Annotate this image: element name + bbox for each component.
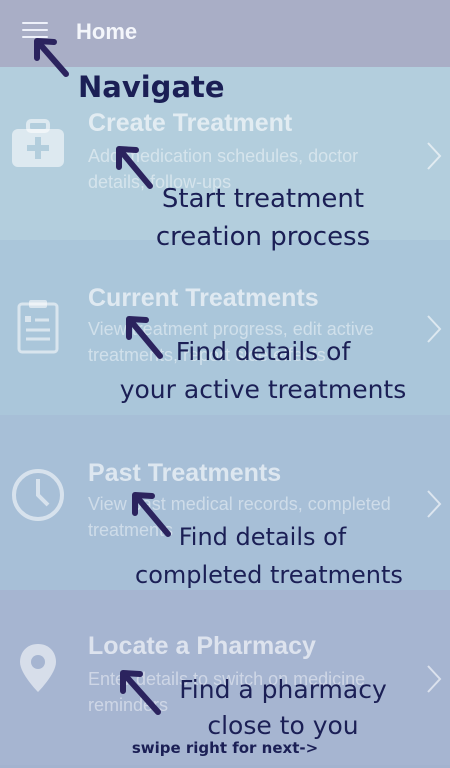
annotation-line: Find details of — [178, 523, 347, 551]
chevron-right-icon — [427, 665, 442, 693]
annotation-line: Find a pharmacy — [179, 675, 387, 704]
annotation-line: Start treatment — [161, 184, 365, 214]
chevron-right-icon — [427, 315, 442, 343]
row-title: Past Treatments — [88, 459, 282, 487]
row-title: Locate a Pharmacy — [88, 632, 316, 660]
annotation-past: Find details of completed treatments — [135, 518, 403, 594]
chevron-right-icon — [427, 490, 442, 518]
annotation-navigate: Navigate — [78, 70, 225, 104]
annotation-current: Find details of your active treatments — [118, 333, 408, 409]
clock-icon — [12, 469, 64, 521]
location-pin-icon — [20, 644, 56, 692]
annotation-pharmacy: Find a pharmacy close to you — [162, 672, 404, 744]
annotation-line: creation process — [155, 222, 371, 252]
row-title: Create Treatment — [88, 109, 293, 137]
annotation-line: Find details of — [175, 337, 351, 366]
chevron-right-icon — [427, 142, 442, 170]
annotation-line: your active treatments — [119, 375, 407, 404]
row-title: Current Treatments — [88, 284, 319, 312]
swipe-hint: swipe right for next-> — [131, 739, 319, 757]
first-aid-kit-icon — [12, 119, 64, 167]
annotation-create: Start treatment creation process — [148, 180, 378, 256]
annotation-line: completed treatments — [135, 561, 403, 589]
clipboard-icon — [17, 300, 59, 354]
